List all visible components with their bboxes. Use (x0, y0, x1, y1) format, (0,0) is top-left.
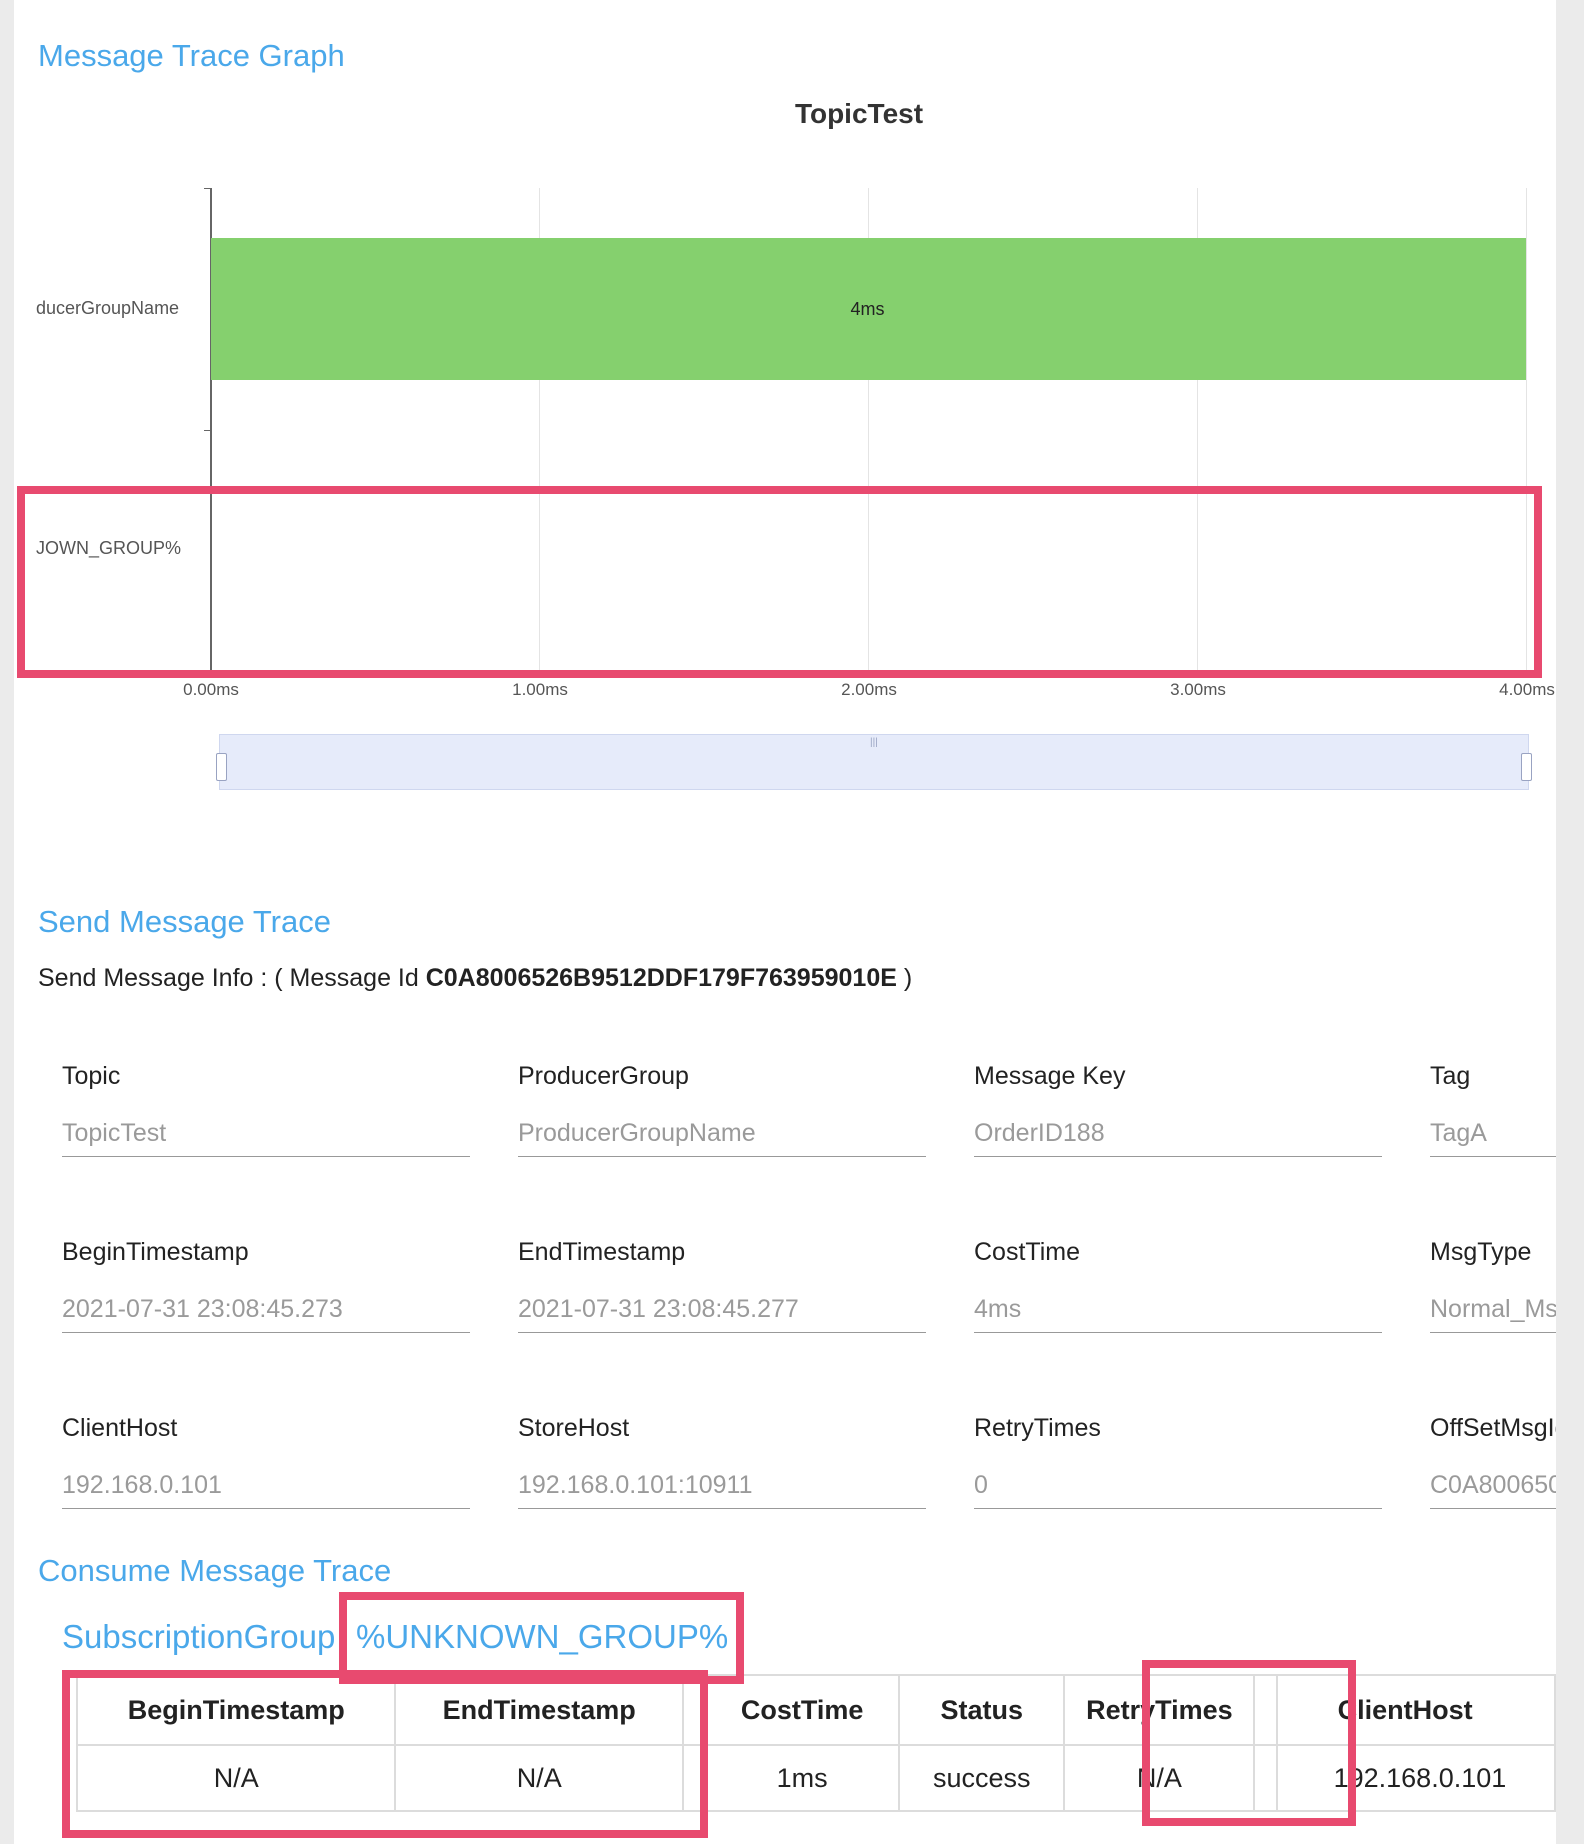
field-label-end-timestamp: EndTimestamp (518, 1238, 686, 1266)
x-tick-label: 3.00ms (1170, 680, 1226, 699)
y-axis-tick (204, 430, 212, 431)
slider-left-handle[interactable] (216, 753, 227, 781)
field-value-tag[interactable]: TagA (1430, 1114, 1556, 1157)
slider-right-handle[interactable] (1521, 753, 1532, 781)
field-value-store-host[interactable]: 192.168.0.101:10911 (518, 1466, 926, 1509)
field-value-message-key[interactable]: OrderID188 (974, 1114, 1382, 1157)
field-label-offset-msg-id: OffSetMsgId (1430, 1414, 1556, 1442)
field-value-cost-time[interactable]: 4ms (974, 1290, 1382, 1333)
annotation-highlight (62, 1670, 708, 1838)
field-value-msg-type[interactable]: Normal_Msg (1430, 1290, 1556, 1333)
chart-title: TopicTest (794, 98, 924, 129)
field-value-retry-times[interactable]: 0 (974, 1466, 1382, 1509)
field-value-topic[interactable]: TopicTest (62, 1114, 470, 1157)
field-label-cost-time: CostTime (974, 1238, 1081, 1266)
send-trace-heading: Send Message Trace (38, 904, 331, 939)
info-suffix: ) (903, 964, 913, 992)
bar-data-label: 4ms (850, 299, 885, 319)
annotation-highlight (1142, 1660, 1356, 1826)
field-label-msg-type: MsgType (1430, 1238, 1532, 1266)
x-tick-label: 4.00ms (1499, 680, 1555, 699)
annotation-highlight (17, 486, 1542, 678)
x-tick-label: 2.00ms (841, 680, 897, 699)
field-label-topic: Topic (62, 1062, 121, 1090)
table-cell: 1ms (704, 1744, 901, 1812)
column-header: Status (898, 1674, 1066, 1746)
field-label-store-host: StoreHost (518, 1414, 630, 1442)
y-axis-tick (204, 188, 212, 189)
consume-trace-heading: Consume Message Trace (38, 1553, 392, 1588)
field-value-client-host[interactable]: 192.168.0.101 (62, 1466, 470, 1509)
field-label-begin-timestamp: BeginTimestamp (62, 1238, 249, 1266)
field-label-retry-times: RetryTimes (974, 1414, 1101, 1442)
table-cell: success (898, 1744, 1066, 1812)
field-label-message-key: Message Key (974, 1062, 1126, 1090)
message-id: C0A8006526B9512DDF179F763959010E (425, 964, 897, 992)
info-prefix: Send Message Info : ( Message Id (38, 964, 419, 992)
field-label-client-host: ClientHost (62, 1414, 178, 1442)
send-message-info: Send Message Info : ( Message Id C0A8006… (38, 964, 912, 993)
field-value-end-timestamp[interactable]: 2021-07-31 23:08:45.277 (518, 1290, 926, 1333)
trace-graph-chart: TopicTest 4ms ducerGroupName JOWN_GROUP%… (14, 0, 1556, 820)
message-trace-dialog: ✕ Message Trace Graph TopicTest 4ms duce… (14, 0, 1556, 1844)
slider-grip-icon[interactable]: ||| (870, 737, 878, 748)
column-header: CostTime (704, 1674, 901, 1746)
field-value-begin-timestamp[interactable]: 2021-07-31 23:08:45.273 (62, 1290, 470, 1333)
field-value-offset-msg-id[interactable]: C0A8006500 (1430, 1466, 1556, 1509)
data-zoom-slider[interactable]: ||| (216, 734, 1532, 790)
field-label-tag: Tag (1430, 1062, 1471, 1090)
subscription-group-label: SubscriptionGroup (62, 1618, 336, 1655)
field-label-producer-group: ProducerGroup (518, 1062, 689, 1090)
field-value-producer-group[interactable]: ProducerGroupName (518, 1114, 926, 1157)
x-tick-label: 1.00ms (512, 680, 568, 699)
category-label: ducerGroupName (36, 298, 180, 318)
x-tick-label: 0.00ms (183, 680, 239, 699)
